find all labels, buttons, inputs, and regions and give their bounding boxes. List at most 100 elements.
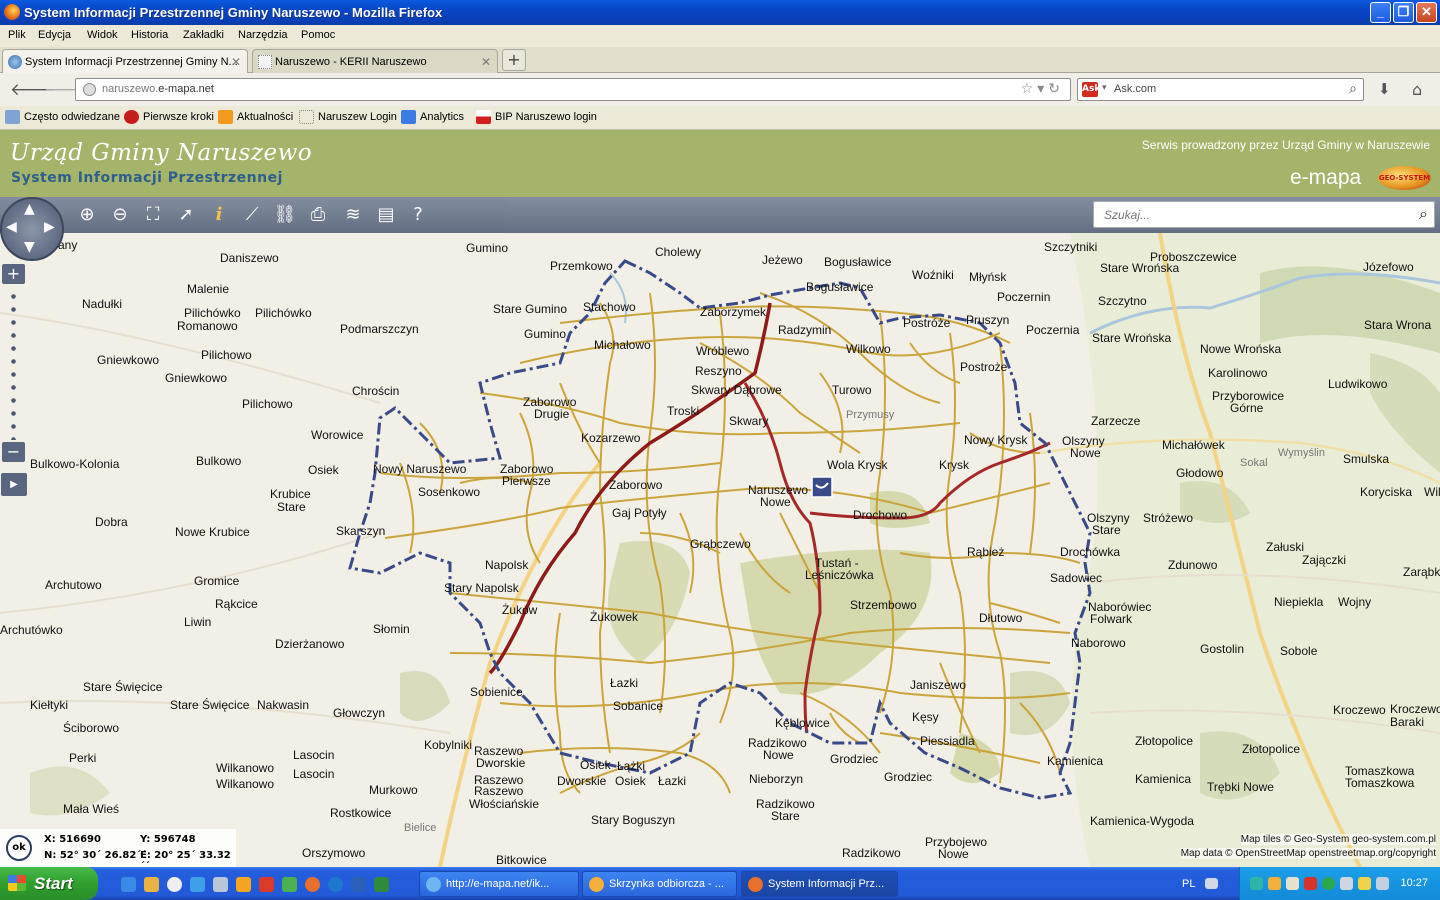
pan-down-icon[interactable]: ▼	[24, 239, 35, 255]
tray-mail-icon[interactable]	[1268, 877, 1281, 890]
close-icon[interactable]: ✕	[231, 55, 241, 69]
full-extent-icon[interactable]: ⛶	[141, 203, 165, 227]
quicklaunch-app2-icon[interactable]	[282, 877, 297, 892]
quicklaunch-firefox-icon[interactable]	[305, 877, 320, 892]
url-bar[interactable]: naruszewo.e-mapa.net ☆▾↻	[75, 78, 1071, 101]
zoom-slider[interactable]: + −	[2, 264, 25, 464]
ok-button[interactable]: ok	[6, 835, 32, 861]
url-text[interactable]: naruszewo.e-mapa.net	[102, 83, 214, 95]
expand-panel-button[interactable]: ▶	[1, 473, 27, 496]
window-layout-icon[interactable]: ▤	[374, 203, 398, 227]
bookmark-bip-naruszewo[interactable]: BIP Naruszewo login	[476, 110, 597, 124]
site-identity-icon[interactable]	[83, 83, 96, 96]
task-e-mapa[interactable]: http://e-mapa.net/ik...	[419, 871, 579, 897]
search-icon[interactable]: ⌕	[1349, 81, 1357, 97]
place-label: Nieborzyn	[749, 772, 804, 786]
keyboard-icon[interactable]	[1205, 878, 1218, 889]
task-skrzynka[interactable]: Skrzynka odbiorcza - ...	[582, 871, 737, 897]
quicklaunch-ie2-icon[interactable]	[328, 877, 343, 892]
place-label: Załuski	[1266, 540, 1305, 554]
zoom-out-icon[interactable]: ⊖	[108, 203, 132, 227]
tray-app-icon[interactable]	[1340, 877, 1353, 890]
tray-volume-icon[interactable]	[1286, 877, 1299, 890]
menu-narzedzia[interactable]: Narzędzia	[238, 29, 288, 41]
quicklaunch-mail-icon[interactable]	[236, 877, 251, 892]
bookmark-star-icon[interactable]: ☆	[1021, 81, 1038, 97]
minimize-button[interactable]: _	[1370, 2, 1391, 23]
tab-sip-naruszewo[interactable]: System Informacji Przestrzennej Gminy N.…	[2, 49, 248, 73]
place-label: Wojny	[1338, 595, 1372, 609]
menu-edycja[interactable]: Edycja	[38, 29, 71, 41]
menu-widok[interactable]: Widok	[87, 29, 118, 41]
bookmark-aktualnosci[interactable]: Aktualności	[218, 110, 293, 124]
quicklaunch-media-icon[interactable]	[167, 877, 182, 892]
pan-control[interactable]: ▲ ▼ ◀ ▶	[0, 197, 64, 261]
link-icon[interactable]: ⛓	[273, 203, 297, 227]
info-icon[interactable]: i	[207, 203, 231, 227]
language-indicator[interactable]: PL	[1182, 878, 1195, 890]
quicklaunch-messenger-icon[interactable]	[190, 877, 205, 892]
close-button[interactable]: ✕	[1416, 2, 1437, 23]
tray-display-icon[interactable]	[1376, 877, 1389, 890]
quicklaunch-excel-icon[interactable]	[374, 877, 389, 892]
zoom-in-icon[interactable]: ⊕	[75, 203, 99, 227]
tray-security-icon[interactable]	[1304, 877, 1317, 890]
brand-logo: e-mapa	[1290, 166, 1362, 189]
search-bar[interactable]: Ask ▾ Ask.com ⌕	[1077, 78, 1364, 101]
place-label: Wola Krysk	[827, 458, 888, 472]
menu-zakladki[interactable]: Zakładki	[183, 29, 224, 41]
pan-right-icon[interactable]: ▶	[44, 219, 55, 235]
menu-pomoc[interactable]: Pomoc	[301, 29, 335, 41]
place-label: Orszymowo	[302, 846, 366, 860]
new-tab-button[interactable]: +	[502, 49, 526, 71]
task-sip-firefox[interactable]: System Informacji Prz...	[741, 871, 898, 897]
quicklaunch-word-icon[interactable]	[351, 877, 366, 892]
measure-distance-icon[interactable]: ⟋	[240, 203, 264, 227]
search-icon[interactable]: ⌕	[1419, 204, 1428, 224]
zoom-minus-button[interactable]: −	[2, 442, 25, 462]
start-button[interactable]: Start	[0, 867, 98, 900]
pan-up-icon[interactable]: ▲	[24, 201, 35, 217]
bookmark-czesto-odwiedzane[interactable]: Często odwiedzane	[5, 110, 120, 124]
place-label: Stróżewo	[1143, 511, 1194, 525]
place-label: Stachowo	[583, 300, 636, 314]
place-label: Dobra	[95, 515, 128, 529]
dropdown-icon[interactable]: ▾	[1037, 81, 1048, 97]
quicklaunch-app-icon[interactable]	[144, 877, 159, 892]
home-icon[interactable]: ⌂	[1412, 80, 1422, 99]
page-subtitle: System Informacji Przestrzennej	[11, 170, 283, 186]
quicklaunch-acrobat-icon[interactable]	[259, 877, 274, 892]
tab-keri-naruszewo[interactable]: Naruszewo - KERII Naruszewo ✕	[252, 49, 498, 73]
restore-button[interactable]: ❐	[1393, 2, 1414, 23]
zoom-plus-button[interactable]: +	[2, 264, 25, 284]
tray-network-icon[interactable]	[1250, 877, 1263, 890]
help-icon[interactable]: ?	[406, 203, 430, 227]
bookmark-analytics[interactable]: Analytics	[401, 110, 464, 124]
tray-app2-icon[interactable]	[1358, 877, 1371, 890]
zoom-levels[interactable]	[11, 290, 16, 440]
bookmark-naruszew-login[interactable]: Naruszew Login	[299, 110, 397, 124]
pan-left-icon[interactable]: ◀	[6, 219, 17, 235]
menu-plik[interactable]: Plik	[8, 29, 26, 41]
attribution-tiles: Map tiles © Geo-System geo-system.com.pl	[1240, 834, 1436, 845]
place-label: Grodziec	[884, 770, 933, 784]
map-canvas[interactable]: WólkaSkrzynkiCempkowoMichałówekMajdanyKa…	[0, 233, 1440, 867]
download-icon[interactable]: ⬇	[1378, 80, 1391, 98]
bookmark-pierwsze-kroki[interactable]: Pierwsze kroki	[124, 110, 214, 124]
reload-icon[interactable]: ↻	[1048, 81, 1064, 97]
engine-dropdown-icon[interactable]: ▾	[1102, 83, 1107, 93]
coordinates-panel: ok X: 516690 Y: 596748 N: 52° 30´ 26.82´…	[0, 829, 236, 867]
ie-icon	[426, 877, 441, 892]
place-label: Archutowo	[45, 578, 102, 592]
coord-e: E: 20° 25´ 33.32´´	[140, 850, 231, 867]
menu-historia[interactable]: Historia	[131, 29, 168, 41]
quicklaunch-doc-icon[interactable]	[213, 877, 228, 892]
close-icon[interactable]: ✕	[481, 55, 491, 69]
print-icon[interactable]: ⎙	[306, 203, 330, 227]
ask-engine-icon[interactable]: Ask	[1082, 82, 1100, 97]
map-search-input[interactable]: Szukaj... ⌕	[1093, 201, 1435, 228]
quicklaunch-ie-icon[interactable]	[121, 877, 136, 892]
tray-update-icon[interactable]	[1322, 877, 1335, 890]
layers-icon[interactable]: ≋	[341, 203, 365, 227]
select-pointer-icon[interactable]: ➚	[174, 203, 198, 227]
